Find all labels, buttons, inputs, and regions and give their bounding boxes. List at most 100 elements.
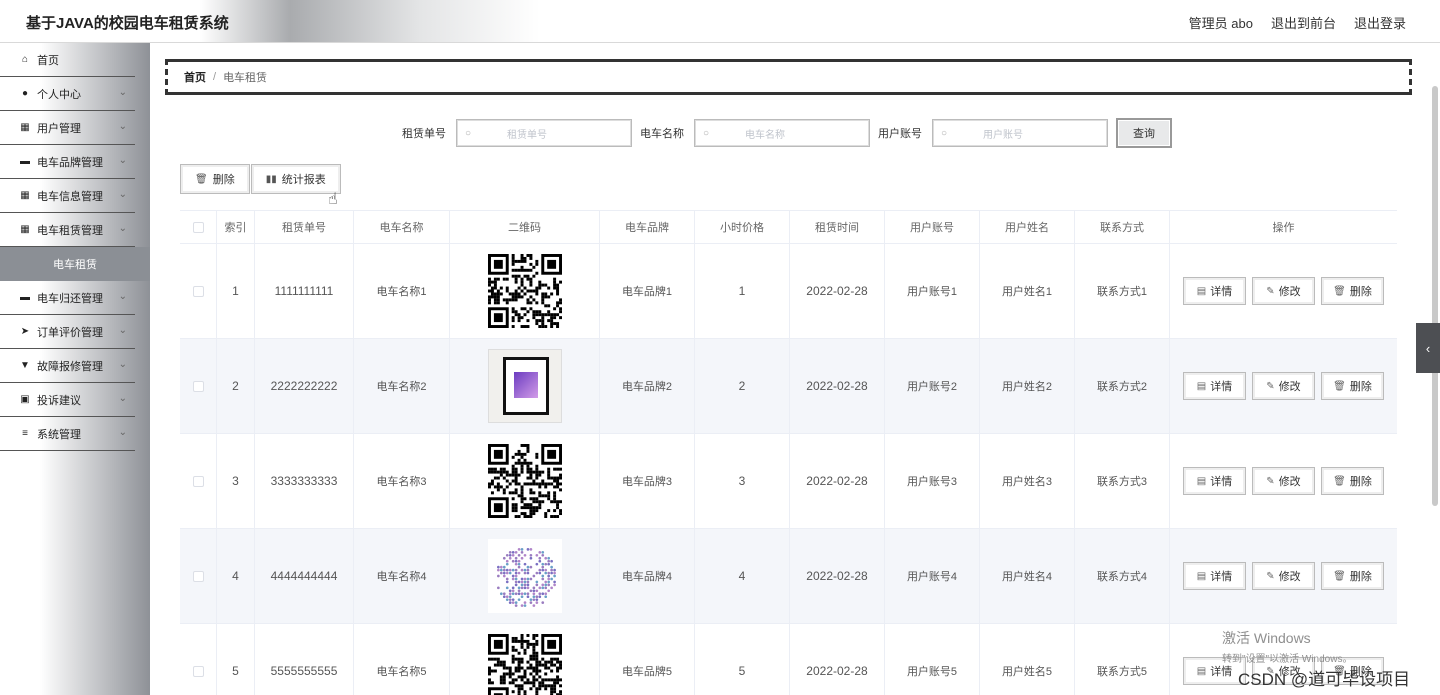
row-select-cell[interactable] xyxy=(180,624,217,695)
car-name-input[interactable]: ○ 电车名称 xyxy=(694,119,870,147)
cell-index: 3 xyxy=(217,434,255,528)
top-header: 基于JAVA的校园电车租赁系统 管理员 abo 退出到前台 退出登录 xyxy=(0,0,1440,43)
cell-actions: ▤ 详情 ✎ 修改 🗑 删除 xyxy=(1170,244,1397,338)
rent-no-input[interactable]: ○ 租赁单号 xyxy=(456,119,632,147)
sidebar-item-label: 电车信息管理 xyxy=(37,190,103,203)
delete-button[interactable]: 🗑 删除 xyxy=(1321,372,1384,400)
logout-link[interactable]: 退出登录 xyxy=(1354,13,1406,32)
row-select-cell[interactable] xyxy=(180,529,217,623)
main-content: 首页 / 电车租赁 租赁单号 ○ 租赁单号 电车名称 ○ 电车名称 用户账号 ○… xyxy=(150,43,1440,695)
header-rent-no: 租赁单号 xyxy=(255,211,354,243)
header-actions: 操作 xyxy=(1272,222,1295,234)
row-checkbox[interactable] xyxy=(192,475,204,487)
breadcrumb-current: 电车租赁 xyxy=(223,72,268,84)
row-select-cell[interactable] xyxy=(180,244,217,338)
person-icon: ● xyxy=(21,88,29,99)
sidebar-item-complaint[interactable]: ▣ 投诉建议 ⌄ xyxy=(0,383,135,417)
document-icon: ▤ xyxy=(1196,570,1207,582)
vertical-scrollbar[interactable] xyxy=(1432,86,1438,506)
document-icon: ▤ xyxy=(1196,665,1207,677)
delete-button[interactable]: 🗑 删除 xyxy=(1321,277,1384,305)
header-brand: 电车品牌 xyxy=(600,211,695,243)
search-icon: ○ xyxy=(703,127,710,139)
cell-time: 2022-02-28 xyxy=(790,339,885,433)
qrcode-image xyxy=(487,539,562,613)
sidebar-subitem-rental[interactable]: 电车租赁 xyxy=(0,247,150,281)
edit-button[interactable]: ✎ 修改 xyxy=(1252,562,1315,590)
delete-button[interactable]: 🗑 删除 xyxy=(1321,562,1384,590)
edit-label: 修改 xyxy=(1278,286,1301,298)
delete-label: 删除 xyxy=(1349,381,1372,393)
trash-icon: 🗑 xyxy=(1333,570,1346,582)
header-time: 租赁时间 xyxy=(790,211,885,243)
detail-label: 详情 xyxy=(1210,381,1233,393)
cell-username: 用户姓名5 xyxy=(980,624,1075,695)
batch-delete-button[interactable]: 🗑 删除 xyxy=(180,164,250,194)
cell-rent-no: 5555555555 xyxy=(255,624,354,695)
edit-button[interactable]: ✎ 修改 xyxy=(1252,467,1315,495)
row-select-cell[interactable] xyxy=(180,339,217,433)
sidebar-item-brand[interactable]: ▬ 电车品牌管理 ⌄ xyxy=(0,145,135,179)
edit-button[interactable]: ✎ 修改 xyxy=(1252,277,1315,305)
cell-qrcode xyxy=(450,624,600,695)
sidebar-item-home[interactable]: ⌂ 首页 xyxy=(0,43,135,77)
edit-button[interactable]: ✎ 修改 xyxy=(1252,372,1315,400)
row-checkbox[interactable] xyxy=(192,285,204,297)
select-all-checkbox[interactable] xyxy=(192,221,204,233)
query-button[interactable]: 查询 xyxy=(1116,118,1172,148)
detail-button[interactable]: ▤ 详情 xyxy=(1183,372,1246,400)
detail-button[interactable]: ▤ 详情 xyxy=(1183,562,1246,590)
car-icon: ▬ xyxy=(20,156,30,167)
cell-index: 2 xyxy=(217,339,255,433)
sidebar-item-label: 电车归还管理 xyxy=(37,292,103,305)
csdn-watermark: CSDN @道可毕设项目 xyxy=(1238,670,1411,689)
cell-brand: 电车品牌1 xyxy=(600,244,695,338)
table-row: 3 3333333333 电车名称3 电车品牌3 3 2022-02-28 用户账号3 用户姓… xyxy=(180,434,1397,529)
collapse-handle[interactable]: ‹ xyxy=(1416,323,1440,373)
sidebar-item-rental-mgmt[interactable]: ▦ 电车租赁管理 ⌄ xyxy=(0,213,135,247)
user-account-input[interactable]: ○ 用户账号 xyxy=(932,119,1108,147)
cell-car-name: 电车名称5 xyxy=(354,624,450,695)
header-car-name: 电车名称 xyxy=(354,211,450,243)
cell-brand: 电车品牌2 xyxy=(600,339,695,433)
edit-label: 修改 xyxy=(1278,476,1301,488)
windows-activation-watermark: 激活 Windows 转到"设置"以激活 Windows。 xyxy=(1222,628,1352,665)
trash-icon: 🗑 xyxy=(1333,475,1346,487)
sidebar-item-review[interactable]: ➤ 订单评价管理 ⌄ xyxy=(0,315,135,349)
breadcrumb-home[interactable]: 首页 xyxy=(184,69,206,85)
row-select-cell[interactable] xyxy=(180,434,217,528)
rental-table: 索引 租赁单号 电车名称 二维码 电车品牌 小时价格 租赁时间 用户账号 用户姓… xyxy=(180,210,1397,695)
sidebar-item-label: 用户管理 xyxy=(37,122,81,135)
edit-icon: ✎ xyxy=(1266,570,1275,582)
cell-username: 用户姓名3 xyxy=(980,434,1075,528)
select-all-cell[interactable] xyxy=(180,211,217,243)
sidebar-item-system[interactable]: ≡ 系统管理 ⌄ xyxy=(0,417,135,451)
header-price: 小时价格 xyxy=(695,211,790,243)
cell-rent-no: 1111111111 xyxy=(255,244,354,338)
row-checkbox[interactable] xyxy=(192,380,204,392)
cell-rent-no: 4444444444 xyxy=(255,529,354,623)
rent-no-placeholder: 租赁单号 xyxy=(507,129,548,141)
report-label: 统计报表 xyxy=(281,174,326,186)
delete-button[interactable]: 🗑 删除 xyxy=(1321,467,1384,495)
exit-to-front-link[interactable]: 退出到前台 xyxy=(1271,13,1336,32)
sidebar-item-car-info[interactable]: ▦ 电车信息管理 ⌄ xyxy=(0,179,135,213)
qrcode-image xyxy=(487,254,562,328)
sidebar-item-users[interactable]: ▦ 用户管理 ⌄ xyxy=(0,111,135,145)
search-icon: ○ xyxy=(465,127,472,139)
sidebar-item-repair[interactable]: ▼ 故障报修管理 ⌄ xyxy=(0,349,135,383)
detail-label: 详情 xyxy=(1210,666,1233,678)
row-checkbox[interactable] xyxy=(192,665,204,677)
cell-car-name: 电车名称2 xyxy=(354,339,450,433)
sidebar-item-label: 首页 xyxy=(37,54,59,67)
bar-chart-icon: ▮▮ xyxy=(265,173,277,185)
trash-icon: 🗑 xyxy=(1333,285,1346,297)
delete-label: 删除 xyxy=(1349,286,1372,298)
sidebar-item-return[interactable]: ▬ 电车归还管理 ⌄ xyxy=(0,281,135,315)
row-checkbox[interactable] xyxy=(192,570,204,582)
chevron-down-icon: ⌄ xyxy=(118,155,127,166)
sidebar-item-profile[interactable]: ● 个人中心 ⌄ xyxy=(0,77,135,111)
chevron-down-icon: ⌄ xyxy=(118,427,127,438)
detail-button[interactable]: ▤ 详情 xyxy=(1183,467,1246,495)
detail-button[interactable]: ▤ 详情 xyxy=(1183,277,1246,305)
